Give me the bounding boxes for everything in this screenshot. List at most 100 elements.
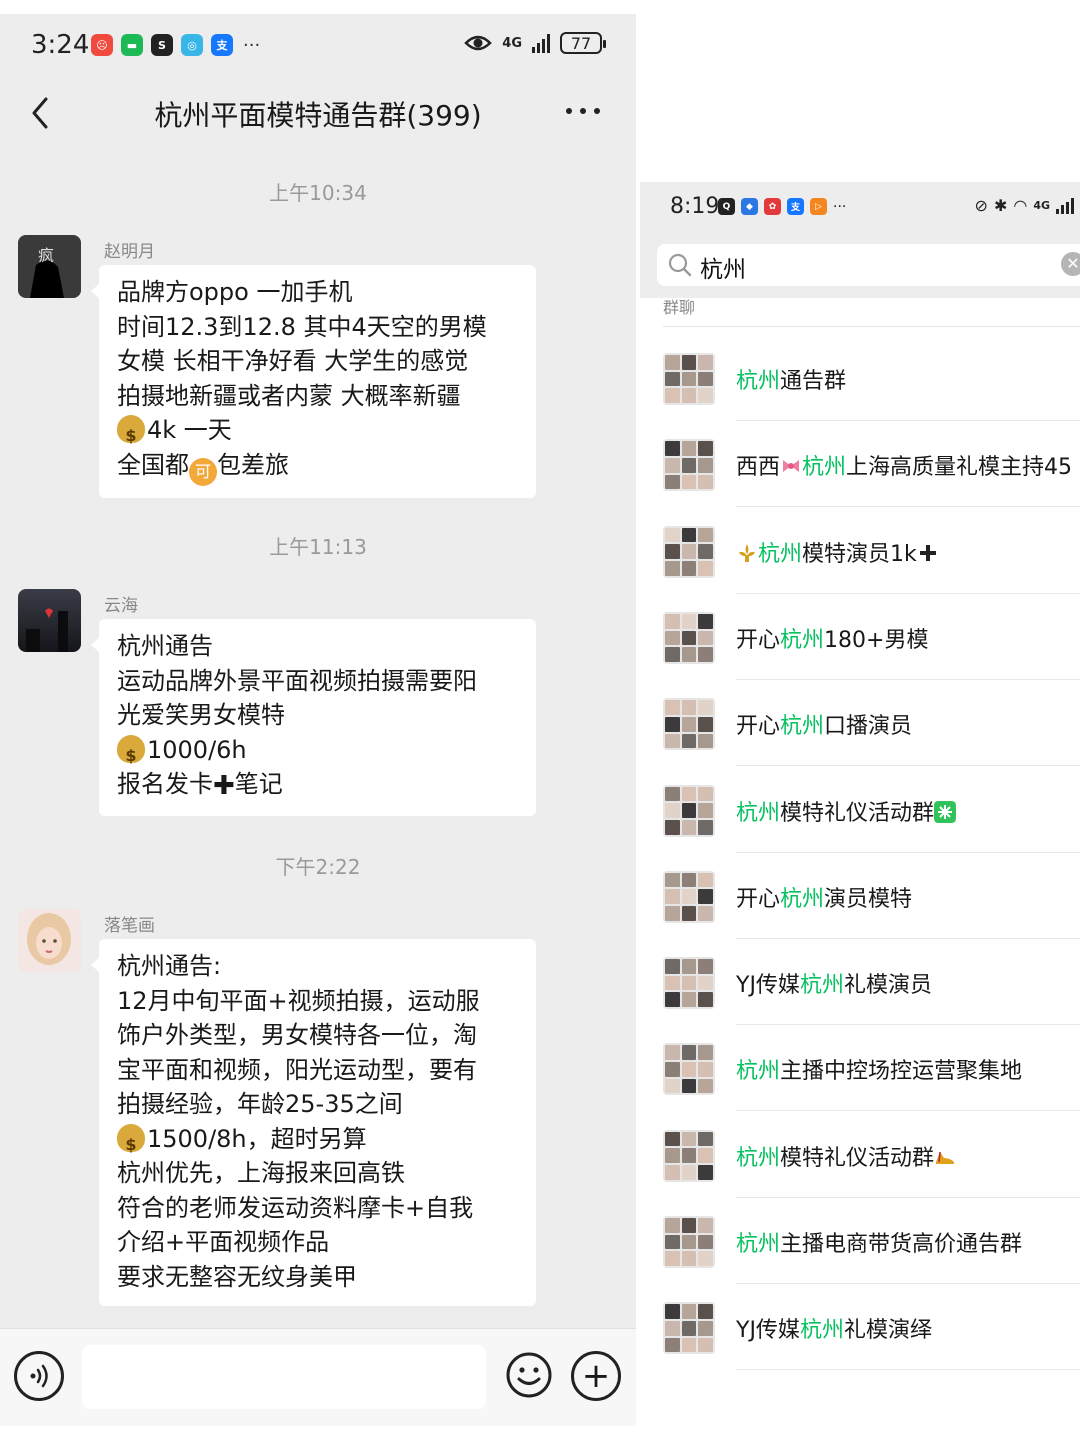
message-line: 4k 一天 xyxy=(117,413,518,454)
group-search-result[interactable]: 杭州模特礼仪活动群 xyxy=(640,767,1080,853)
sparkle-emoji-icon xyxy=(934,800,957,826)
nfc-icon: ⊘ xyxy=(974,196,988,215)
group-name-suffix: 180+男模 xyxy=(824,627,929,653)
message-line: 拍摄经验，年龄25-35之间 xyxy=(117,1090,403,1118)
group-name-prefix: 开心 xyxy=(736,714,781,740)
message-line: 杭州优先，上海报来回高铁 xyxy=(117,1159,405,1187)
signal-icon xyxy=(1056,197,1074,214)
sender-name: 赵明月 xyxy=(104,242,155,262)
search-highlight: 杭州 xyxy=(736,369,781,394)
battery-level: 77 xyxy=(570,33,592,53)
more-options-icon[interactable] xyxy=(566,108,600,114)
message-line: 宝平面和视频，阳光运动型，要有 xyxy=(117,1055,477,1084)
search-icon xyxy=(668,253,692,277)
message-bubble[interactable]: 品牌方oppo 一加手机 时间12.3到12.8 其中4天空的男模 女模 长相干… xyxy=(91,265,536,498)
group-avatar xyxy=(663,1302,715,1355)
play-icon: ▷ xyxy=(810,198,827,215)
app-notification-icon: ◎ xyxy=(181,34,203,56)
voice-input-button[interactable] xyxy=(14,1351,64,1401)
message-input[interactable] xyxy=(82,1345,486,1409)
message-line: 品牌方oppo 一加手机 xyxy=(117,278,353,306)
group-search-result[interactable]: 开心杭州演员模特 xyxy=(640,853,1080,939)
input-bar: + xyxy=(0,1328,636,1426)
group-name-prefix: 西西 xyxy=(736,455,781,481)
avatar[interactable] xyxy=(18,909,81,972)
search-highlight: 杭州 xyxy=(799,973,844,999)
group-name: 杭州模特演员1k xyxy=(736,536,939,568)
message-line: 女模 长相干净好看 大学生的感觉 xyxy=(117,347,469,375)
divider xyxy=(736,1369,1080,1371)
app-notification-icon: ✿ xyxy=(764,198,781,215)
message-line: 时间12.3到12.8 其中4天空的男模 xyxy=(117,312,487,341)
chat-title: 杭州平面模特通告群(399) xyxy=(154,99,482,132)
status-bar: 3:24 ☹ ▬ S ◎ 支 ··· 4G 77 xyxy=(0,14,636,78)
search-screen: 8:19 Q ◆ ✿ 支 ▷ ··· ⊘ ✱ ◠ 4G 杭州 ✕ 群聊 杭州通告 xyxy=(640,182,1080,1376)
group-search-result[interactable]: 开心杭州口播演员 xyxy=(640,680,1080,767)
message-line: 全国都可包差旅 xyxy=(117,448,518,486)
more-functions-button[interactable]: + xyxy=(571,1351,621,1401)
plus-emoji-icon: ✚ xyxy=(213,771,235,801)
message-line: 1500/8h，超时另算 xyxy=(117,1122,518,1162)
message-line: 12月中旬平面+视频拍摄，运动服 xyxy=(117,986,480,1015)
chat-message: 落笔画 杭州通告: 12月中旬平面+视频拍摄，运动服 饰户外类型，男女模特各一位… xyxy=(18,909,578,1309)
group-search-result[interactable]: 西西 杭州上海高质量礼模主持45 xyxy=(640,421,1080,508)
group-search-result[interactable]: 杭州模特演员1k xyxy=(640,508,1080,594)
group-avatar xyxy=(663,698,715,751)
group-avatar xyxy=(663,1043,715,1096)
group-search-result[interactable]: YJ传媒杭州礼模演绎 xyxy=(640,1284,1080,1371)
bluetooth-icon: ✱ xyxy=(993,196,1008,215)
group-search-result[interactable]: 杭州模特礼仪活动群 xyxy=(640,1112,1080,1198)
group-name: 杭州通告群 xyxy=(736,363,846,395)
search-highlight: 杭州 xyxy=(780,627,825,653)
group-name-suffix: 主播中控场控运营聚集地 xyxy=(780,1059,1023,1085)
group-search-result[interactable]: YJ传媒杭州礼模演员 xyxy=(640,939,1080,1026)
search-highlight: 杭州 xyxy=(799,1318,844,1344)
message-timestamp: 上午11:13 xyxy=(269,535,367,559)
money-bag-icon xyxy=(117,415,145,454)
message-line: 要求无整容无纹身美甲 xyxy=(117,1262,357,1291)
group-search-result[interactable]: 杭州主播中控场控运营聚集地 xyxy=(640,1025,1080,1112)
chat-message: 云海 杭州通告 运动品牌外景平面视频拍摄需要阳 光爱笑男女模特 1000/6h … xyxy=(18,589,578,819)
status-right: 4G 77 xyxy=(464,32,606,54)
avatar[interactable]: 疯 xyxy=(18,235,81,298)
avatar[interactable] xyxy=(18,589,81,652)
group-name: 开心杭州180+男模 xyxy=(736,622,928,654)
fleur-emoji-icon xyxy=(736,542,758,567)
ke-emoji-icon: 可 xyxy=(189,457,217,486)
message-bubble[interactable]: 杭州通告 运动品牌外景平面视频拍摄需要阳 光爱笑男女模特 1000/6h 报名发… xyxy=(91,619,536,816)
message-line: 杭州通告 xyxy=(117,632,213,660)
group-name-prefix: 开心 xyxy=(736,886,781,912)
search-query: 杭州 xyxy=(700,257,746,283)
group-avatar xyxy=(663,1129,715,1182)
group-search-result[interactable]: 杭州通告群 xyxy=(640,335,1080,421)
search-input[interactable]: 杭州 ✕ xyxy=(657,244,1080,286)
group-search-result[interactable]: 杭州主播电商带货高价通告群 xyxy=(640,1198,1080,1284)
group-name-suffix: 演员模特 xyxy=(824,886,913,912)
clear-search-icon[interactable]: ✕ xyxy=(1061,252,1080,276)
message-line: 报名发卡✚笔记 xyxy=(117,767,518,804)
group-name-suffix: 模特演员1k xyxy=(802,541,917,567)
group-name: 杭州模特礼仪活动群 xyxy=(736,795,957,827)
eye-icon xyxy=(464,35,493,51)
group-name-suffix: 口播演员 xyxy=(824,714,913,740)
section-label: 群聊 xyxy=(663,298,696,317)
group-avatar xyxy=(663,525,715,578)
group-name-suffix: 礼模演员 xyxy=(843,973,932,999)
message-line: 1000/6h xyxy=(117,733,518,773)
message-text: 包差旅 xyxy=(217,450,289,479)
pay-text: 1500/8h，超时另算 xyxy=(147,1124,367,1153)
soul-app-icon: S xyxy=(151,34,173,56)
notification-icons: Q ◆ ✿ 支 ▷ ··· xyxy=(718,198,846,215)
pay-text: 1000/6h xyxy=(147,735,247,764)
search-highlight: 杭州 xyxy=(736,800,781,826)
group-name: 开心杭州口播演员 xyxy=(736,708,912,740)
alipay-icon: 支 xyxy=(787,198,804,215)
group-search-result[interactable]: 开心杭州180+男模 xyxy=(640,594,1080,680)
emoji-button[interactable] xyxy=(505,1351,553,1399)
message-line: 介绍+平面视频作品 xyxy=(117,1228,330,1256)
ribbon-emoji-icon xyxy=(780,455,802,480)
message-bubble[interactable]: 杭州通告: 12月中旬平面+视频拍摄，运动服 饰户外类型，男女模特各一位，淘 宝… xyxy=(91,939,536,1306)
group-avatar xyxy=(663,957,715,1010)
search-highlight: 杭州 xyxy=(780,886,825,912)
group-name: YJ传媒杭州礼模演绎 xyxy=(736,1312,932,1344)
